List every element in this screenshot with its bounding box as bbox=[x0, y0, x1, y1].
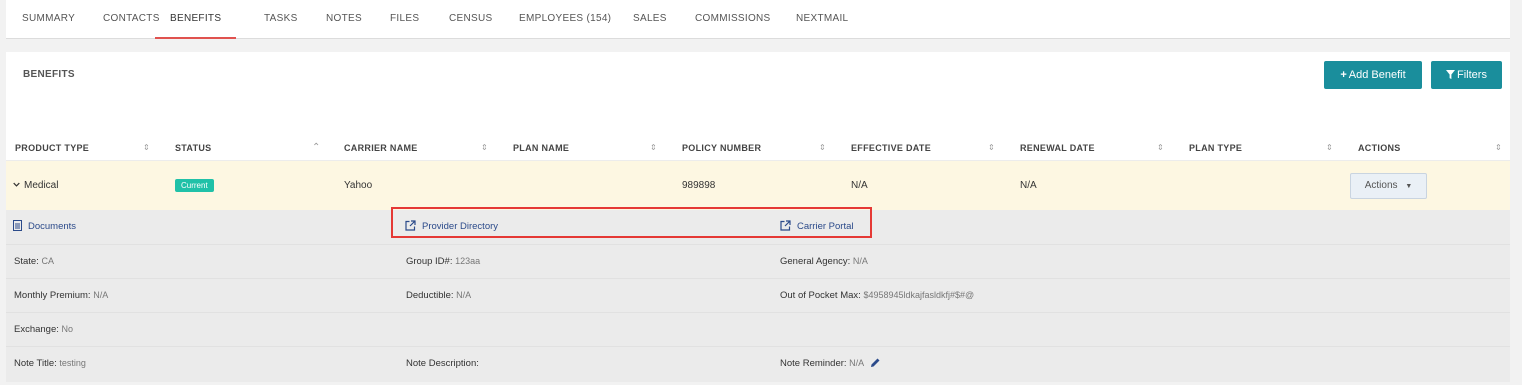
details-row: Exchange: No bbox=[6, 312, 1510, 347]
benefits-panel: BENEFITS + Add Benefit Filters PRODUCT TY… bbox=[6, 52, 1510, 382]
documents-link[interactable]: Documents bbox=[13, 210, 76, 244]
filter-icon bbox=[1446, 69, 1456, 79]
plus-icon: + bbox=[1340, 69, 1347, 81]
column-header-status[interactable]: STATUS bbox=[175, 136, 211, 160]
state-value: CA bbox=[41, 256, 54, 266]
group-id-value: 123aa bbox=[455, 256, 481, 266]
sort-icon[interactable]: ⇕ bbox=[988, 136, 995, 160]
status-badge: Current bbox=[175, 179, 214, 192]
renewal-date-cell: N/A bbox=[1020, 180, 1037, 191]
tab-summary[interactable]: SUMMARY bbox=[22, 0, 75, 38]
tab-nextmail[interactable]: NEXTMAIL bbox=[796, 0, 848, 38]
exchange-field: Exchange: No bbox=[14, 312, 73, 346]
monthly-premium-field: Monthly Premium: N/A bbox=[14, 278, 108, 312]
general-agency-value: N/A bbox=[852, 256, 868, 266]
tab-tasks[interactable]: TASKS bbox=[264, 0, 298, 38]
column-header-renewal-date[interactable]: RENEWAL DATE bbox=[1020, 136, 1095, 160]
tab-notes[interactable]: NOTES bbox=[326, 0, 362, 38]
deductible-value: N/A bbox=[456, 290, 472, 300]
section-title: BENEFITS bbox=[23, 69, 75, 80]
tab-bar: SUMMARY CONTACTS BENEFITS TASKS NOTES FI… bbox=[6, 0, 1510, 39]
table-row[interactable]: Medical Current Yahoo 989898 N/A N/A Act… bbox=[6, 160, 1510, 211]
add-benefit-button[interactable]: + Add Benefit bbox=[1324, 61, 1422, 89]
column-header-product-type[interactable]: PRODUCT TYPE bbox=[15, 136, 89, 160]
sort-icon[interactable]: ⇕ bbox=[819, 136, 826, 160]
note-title-field: Note Title: testing bbox=[14, 346, 86, 380]
caret-down-icon: ▼ bbox=[1405, 183, 1413, 190]
actions-dropdown[interactable]: Actions ▼ bbox=[1350, 173, 1427, 199]
column-header-plan-name[interactable]: PLAN NAME bbox=[513, 136, 569, 160]
chevron-down-icon bbox=[13, 182, 20, 187]
carrier-name-cell: Yahoo bbox=[344, 180, 373, 191]
effective-date-cell: N/A bbox=[851, 180, 868, 191]
note-description-field: Note Description: bbox=[406, 346, 479, 380]
general-agency-field: General Agency: N/A bbox=[780, 244, 868, 278]
note-reminder-value: N/A bbox=[849, 358, 865, 368]
details-row: State: CA Group ID#: 123aa General Agenc… bbox=[6, 244, 1510, 279]
details-row: Note Title: testing Note Description: No… bbox=[6, 346, 1510, 380]
details-row: Monthly Premium: N/A Deductible: N/A Out… bbox=[6, 278, 1510, 313]
state-label: State: bbox=[14, 256, 39, 267]
tab-census[interactable]: CENSUS bbox=[449, 0, 492, 38]
deductible-label: Deductible: bbox=[406, 290, 454, 301]
filters-button[interactable]: Filters bbox=[1431, 61, 1502, 89]
oop-max-value: $4958945ldkajfasldkfj#$#@ bbox=[863, 290, 975, 300]
tab-sales[interactable]: SALES bbox=[633, 0, 667, 38]
sort-icon[interactable]: ⇕ bbox=[1495, 136, 1502, 160]
column-header-policy-number[interactable]: POLICY NUMBER bbox=[682, 136, 761, 160]
sort-icon[interactable]: ⇕ bbox=[1326, 136, 1333, 160]
note-reminder-field: Note Reminder: N/A bbox=[780, 346, 881, 380]
actions-label: Actions bbox=[1364, 180, 1398, 191]
group-id-field: Group ID#: 123aa bbox=[406, 244, 480, 278]
column-header-carrier-name[interactable]: CARRIER NAME bbox=[344, 136, 418, 160]
note-title-value: testing bbox=[59, 358, 86, 368]
tab-files[interactable]: FILES bbox=[390, 0, 419, 38]
note-title-label: Note Title: bbox=[14, 358, 57, 369]
sort-icon[interactable]: ⇕ bbox=[650, 136, 657, 160]
filters-label: Filters bbox=[1457, 69, 1487, 81]
exchange-value: No bbox=[61, 324, 74, 334]
note-description-label: Note Description: bbox=[406, 358, 479, 369]
tab-commissions[interactable]: COMMISSIONS bbox=[695, 0, 771, 38]
general-agency-label: General Agency: bbox=[780, 256, 851, 267]
monthly-premium-label: Monthly Premium: bbox=[14, 290, 91, 301]
deductible-field: Deductible: N/A bbox=[406, 278, 471, 312]
note-reminder-label: Note Reminder: bbox=[780, 358, 847, 369]
column-header-plan-type[interactable]: PLAN TYPE bbox=[1189, 136, 1242, 160]
column-header-actions: ACTIONS bbox=[1358, 143, 1401, 153]
document-icon bbox=[13, 219, 22, 231]
oop-max-field: Out of Pocket Max: $4958945ldkajfasldkfj… bbox=[780, 278, 974, 312]
sort-icon[interactable]: ⇕ bbox=[1157, 136, 1164, 160]
expand-toggle[interactable]: Medical bbox=[13, 161, 58, 210]
sort-up-icon[interactable]: ⌃ bbox=[312, 136, 320, 160]
tab-benefits[interactable]: BENEFITS bbox=[155, 0, 237, 39]
documents-label: Documents bbox=[28, 221, 77, 232]
policy-number-cell: 989898 bbox=[682, 180, 716, 191]
column-header-effective-date[interactable]: EFFECTIVE DATE bbox=[851, 136, 931, 160]
pencil-icon[interactable] bbox=[870, 357, 881, 368]
tab-employees[interactable]: EMPLOYEES (154) bbox=[519, 0, 611, 38]
product-type-cell: Medical bbox=[24, 180, 59, 191]
sort-icon[interactable]: ⇕ bbox=[481, 136, 488, 160]
monthly-premium-value: N/A bbox=[93, 290, 109, 300]
sort-icon[interactable]: ⇕ bbox=[143, 136, 150, 160]
group-id-label: Group ID#: bbox=[406, 256, 453, 267]
tab-contacts[interactable]: CONTACTS bbox=[103, 0, 160, 38]
add-benefit-label: Add Benefit bbox=[1348, 69, 1406, 81]
state-field: State: CA bbox=[14, 244, 54, 278]
exchange-label: Exchange: bbox=[14, 324, 59, 335]
oop-max-label: Out of Pocket Max: bbox=[780, 290, 861, 301]
highlight-box bbox=[391, 207, 872, 238]
